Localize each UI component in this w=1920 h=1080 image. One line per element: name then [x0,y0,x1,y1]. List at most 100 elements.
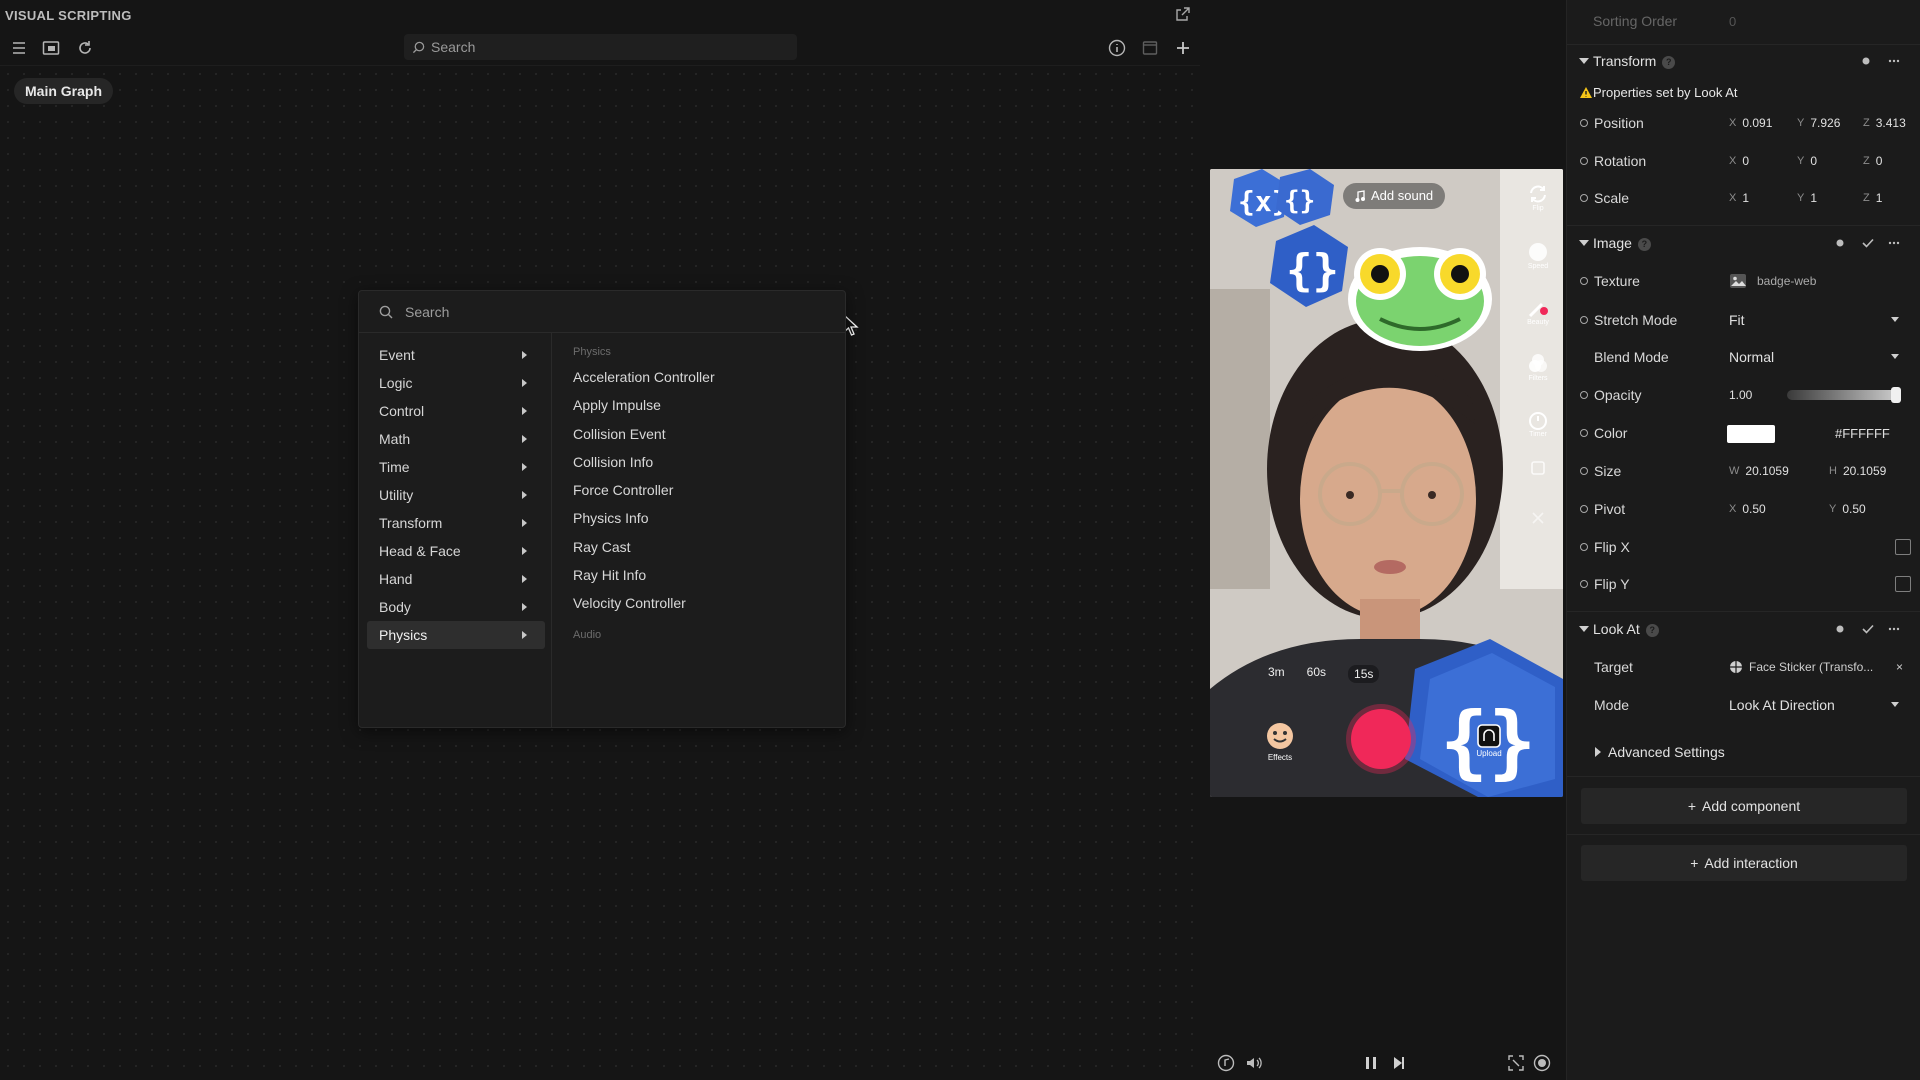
record-circle-icon[interactable] [1532,1053,1552,1073]
duration-3m[interactable]: 3m [1268,665,1285,683]
pause-icon[interactable] [1361,1053,1381,1073]
more-icon[interactable] [1887,622,1901,636]
category-control[interactable]: Control [367,397,545,425]
layout-icon[interactable] [1139,37,1161,59]
scale-x[interactable]: X1 [1729,191,1749,205]
texture-field[interactable]: badge-web [1721,269,1911,293]
scale-z[interactable]: Z1 [1863,191,1882,205]
flip-button[interactable]: Flip [1525,183,1551,212]
add-sound-button[interactable]: Add sound [1343,183,1446,209]
node-item[interactable]: Velocity Controller [573,589,833,617]
node-item[interactable]: Physics Info [573,504,833,532]
category-transform[interactable]: Transform [367,509,545,537]
clear-icon[interactable]: × [1896,660,1903,674]
search-input[interactable]: Search [404,34,797,60]
color-swatch[interactable] [1727,425,1775,443]
help-icon[interactable]: ? [1662,56,1676,69]
opacity-input[interactable]: 1.00 [1721,383,1773,407]
node-item[interactable]: Acceleration Controller [573,363,833,391]
category-body[interactable]: Body [367,593,545,621]
category-time[interactable]: Time [367,453,545,481]
target-dot-icon[interactable] [1859,54,1873,68]
category-hand[interactable]: Hand [367,565,545,593]
capture-area-icon[interactable] [1506,1053,1526,1073]
opacity-slider[interactable] [1787,387,1901,403]
side-tool-button[interactable] [1525,509,1551,527]
effects-button[interactable]: Effects [1262,721,1298,762]
menu-icon[interactable] [8,37,30,59]
size-w[interactable]: W 20.1059 [1729,464,1789,478]
opacity-slider-handle[interactable] [1891,387,1901,403]
info-icon[interactable] [1106,37,1128,59]
color-hex-value[interactable]: #FFFFFF [1835,426,1890,441]
keyframe-dot-icon[interactable] [1580,316,1588,324]
rotation-z[interactable]: Z0 [1863,154,1882,168]
keyframe-dot-icon[interactable] [1580,391,1588,399]
advanced-settings-toggle[interactable]: Advanced Settings [1567,737,1920,767]
keyframe-dot-icon[interactable] [1580,580,1588,588]
category-math[interactable]: Math [367,425,545,453]
look-at-section-header[interactable]: Look At? [1567,614,1920,644]
flip-y-checkbox[interactable] [1895,576,1911,592]
stretch-mode-dropdown[interactable]: Fit [1721,308,1907,332]
node-item[interactable]: Ray Hit Info [573,561,833,589]
keyframe-dot-icon[interactable] [1580,157,1588,165]
help-icon[interactable]: ? [1645,624,1659,637]
flip-x-checkbox[interactable] [1895,539,1911,555]
mode-dropdown[interactable]: Look At Direction [1721,693,1907,717]
position-y[interactable]: Y 7.926 [1797,116,1840,130]
graph-tab-main[interactable]: Main Graph [14,78,114,104]
target-dot-icon[interactable] [1833,622,1847,636]
node-item[interactable]: Apply Impulse [573,391,833,419]
keyframe-dot-icon[interactable] [1580,429,1588,437]
more-icon[interactable] [1887,236,1901,250]
help-icon[interactable]: ? [1637,238,1651,251]
node-item[interactable]: Force Controller [573,476,833,504]
size-h[interactable]: H 20.1059 [1829,464,1886,478]
add-component-button[interactable]: + Add component [1581,788,1907,824]
scale-y[interactable]: Y1 [1797,191,1817,205]
check-icon[interactable] [1861,622,1875,636]
refresh-icon[interactable] [74,37,96,59]
timer-button[interactable]: Timer [1525,409,1551,438]
node-item[interactable]: Collision Event [573,420,833,448]
image-section-header[interactable]: Image? [1567,228,1920,258]
category-event[interactable]: Event [367,341,545,369]
target-field[interactable]: Face Sticker (Transfo... × [1721,655,1911,679]
volume-icon[interactable] [1244,1053,1264,1073]
duration-60s[interactable]: 60s [1307,665,1326,683]
keyframe-dot-icon[interactable] [1580,194,1588,202]
node-item[interactable]: Collision Info [573,448,833,476]
node-item[interactable]: Ray Cast [573,533,833,561]
category-head-face[interactable]: Head & Face [367,537,545,565]
add-icon[interactable] [1172,37,1194,59]
node-search-input[interactable]: Search [359,291,845,333]
category-utility[interactable]: Utility [367,481,545,509]
position-z[interactable]: Z 3.413 [1863,116,1906,130]
step-forward-icon[interactable] [1389,1053,1409,1073]
transform-section-header[interactable]: Transform? [1567,46,1920,76]
sorting-order-value[interactable]: 0 [1729,14,1736,29]
keyframe-dot-icon[interactable] [1580,467,1588,475]
more-icon[interactable] [1887,54,1901,68]
filters-button[interactable]: Filters [1525,353,1551,382]
keyframe-dot-icon[interactable] [1580,277,1588,285]
blend-mode-dropdown[interactable]: Normal [1721,345,1907,369]
duration-15s[interactable]: 15s [1348,665,1380,683]
keyframe-dot-icon[interactable] [1580,505,1588,513]
category-physics[interactable]: Physics [367,621,545,649]
record-button[interactable] [1351,709,1411,769]
pivot-y[interactable]: Y 0.50 [1829,502,1866,516]
keyframe-dot-icon[interactable] [1580,543,1588,551]
pivot-x[interactable]: X 0.50 [1729,502,1766,516]
rotation-y[interactable]: Y0 [1797,154,1817,168]
target-dot-icon[interactable] [1833,236,1847,250]
upload-button[interactable]: Upload [1474,723,1504,758]
rotation-x[interactable]: X0 [1729,154,1749,168]
add-interaction-button[interactable]: + Add interaction [1581,845,1907,881]
keyframe-dot-icon[interactable] [1580,119,1588,127]
beauty-button[interactable]: Beauty [1525,297,1551,326]
camera-preview[interactable]: {x} {} {} {} Add sound Flip Speed [1210,169,1563,797]
popout-icon[interactable] [1176,7,1192,23]
position-x[interactable]: X 0.091 [1729,116,1772,130]
